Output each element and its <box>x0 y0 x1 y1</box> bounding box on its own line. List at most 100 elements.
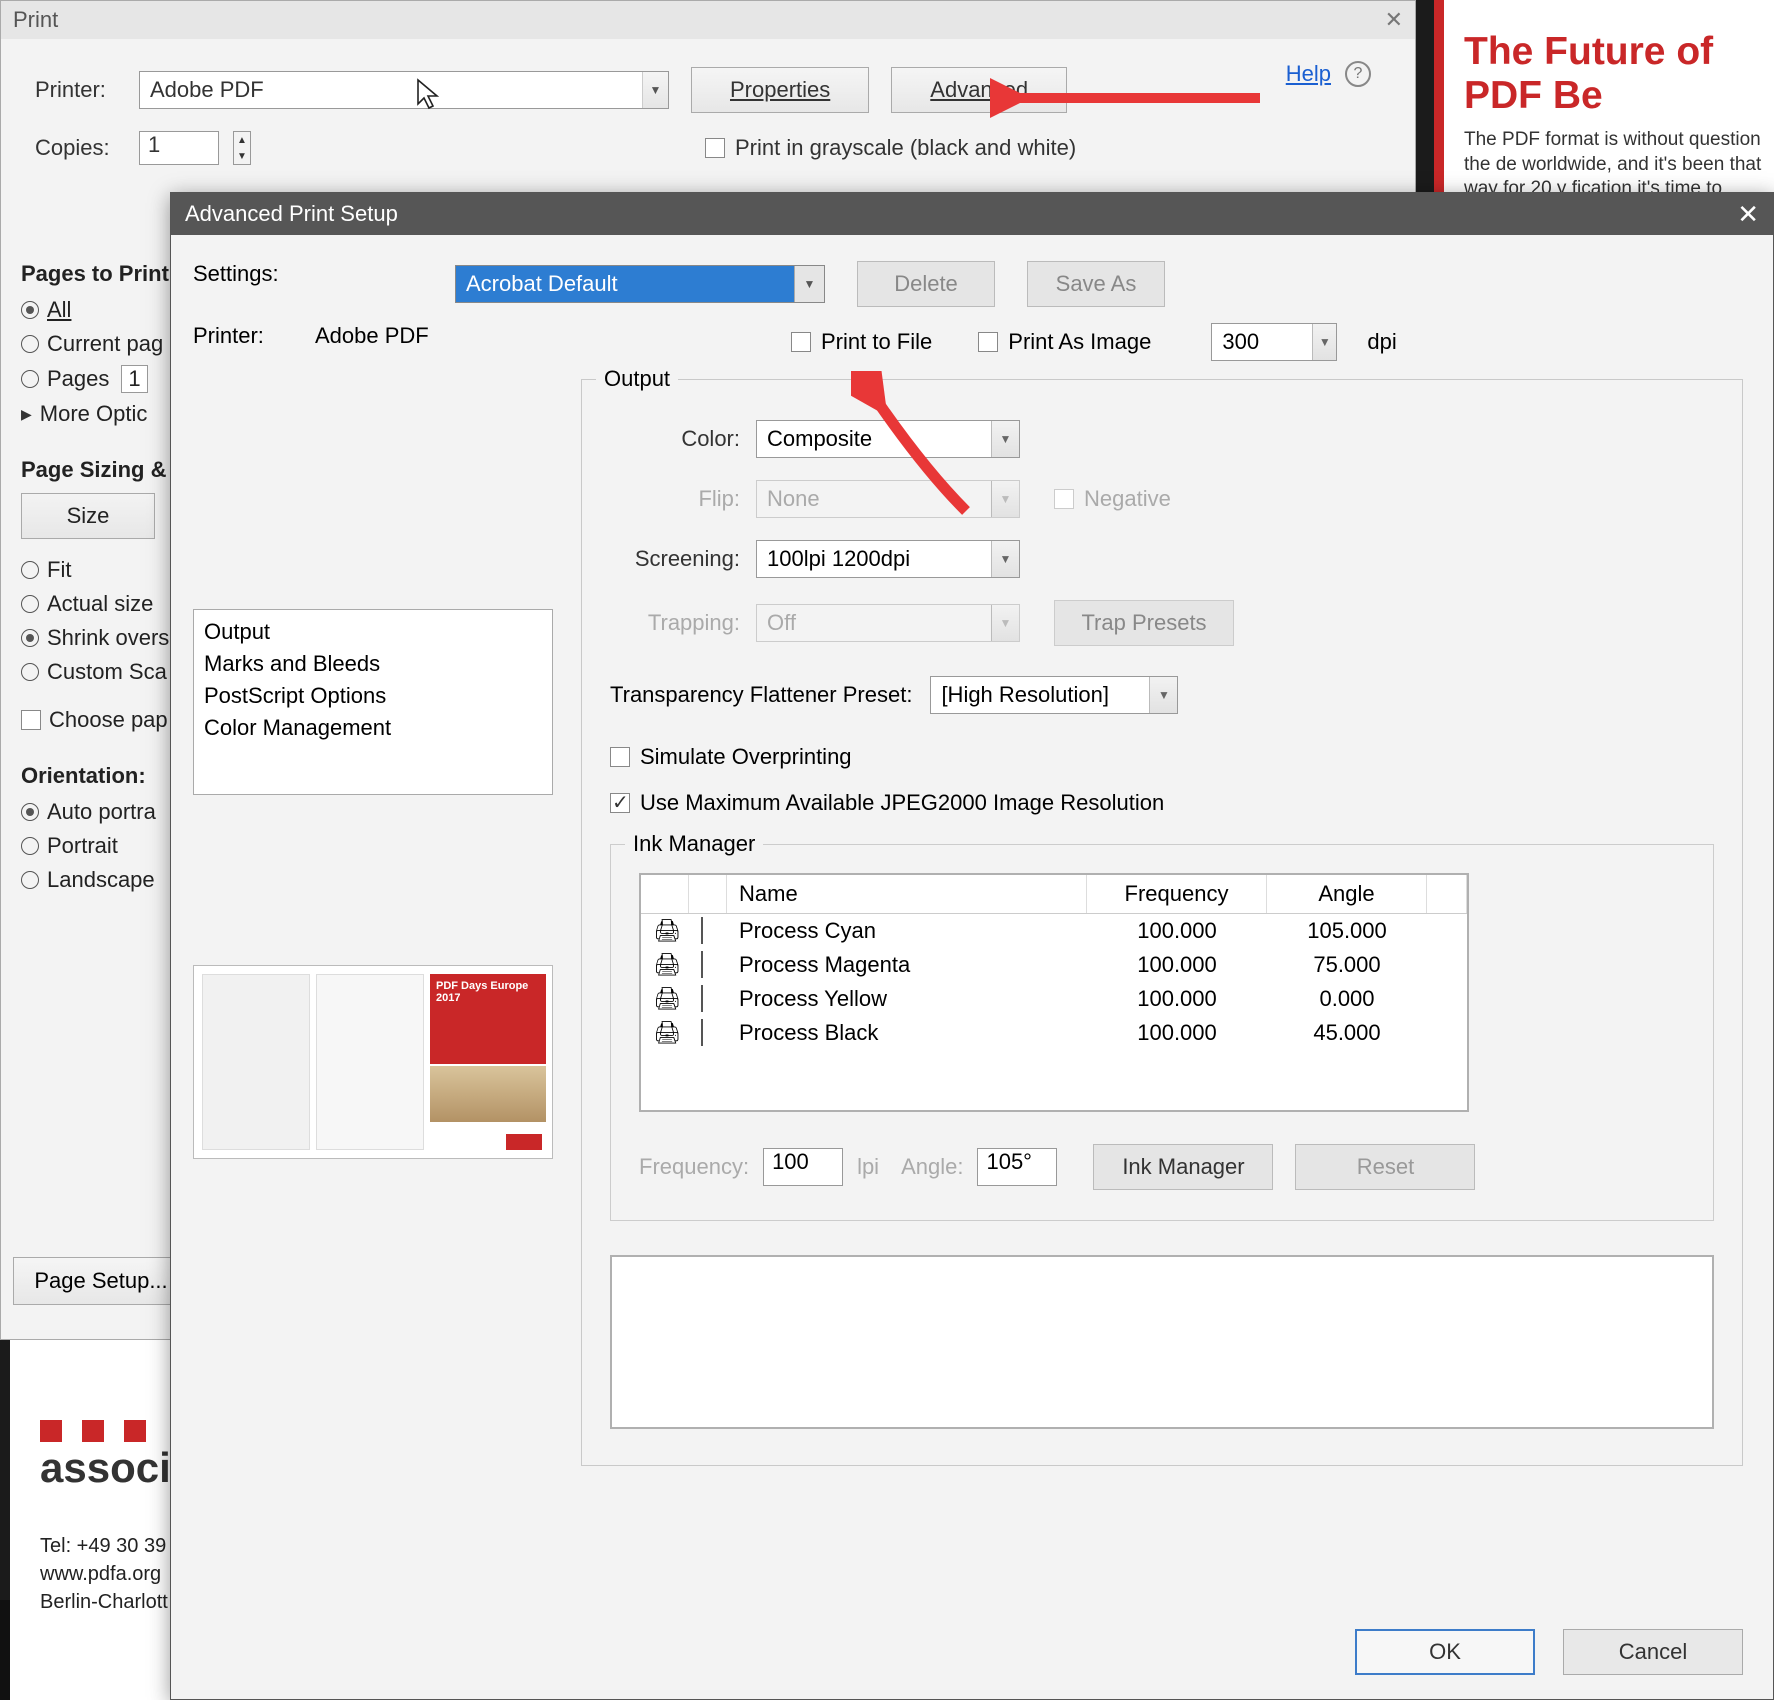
settings-select[interactable]: Acrobat Default ▼ <box>455 265 825 303</box>
radio-current[interactable]: Current pag <box>21 331 181 357</box>
color-swatch <box>701 951 703 978</box>
grayscale-checkbox[interactable] <box>705 138 725 158</box>
printer-icon: 🖨 <box>653 952 681 977</box>
ink-manager-fieldset: Ink Manager Name Frequency Angle 🖨 Proce… <box>610 844 1714 1221</box>
adv-right-panel: Acrobat Default ▼ Delete Save As Print t… <box>581 235 1773 1699</box>
simulate-label: Simulate Overprinting <box>640 744 852 770</box>
radio-pages[interactable]: Pages 1 <box>21 365 181 393</box>
list-item[interactable]: PostScript Options <box>204 680 542 712</box>
dpi-input[interactable]: 300 ▼ <box>1211 323 1337 361</box>
bg-heading: The Future of PDF Be <box>1464 30 1774 118</box>
table-row[interactable]: 🖨 Process Yellow 100.000 0.000 <box>641 982 1467 1016</box>
size-button[interactable]: Size <box>21 493 155 539</box>
screening-label: Screening: <box>610 546 740 572</box>
print-left-panel: Pages to Print All Current pag Pages 1 ▶… <box>21 241 181 901</box>
table-row[interactable]: 🖨 Process Magenta 100.000 75.000 <box>641 948 1467 982</box>
properties-button[interactable]: Properties <box>691 67 869 113</box>
adv-printer-label: Printer: <box>193 323 297 349</box>
chevron-down-icon: ▼ <box>1312 324 1336 360</box>
close-icon[interactable]: ✕ <box>1385 7 1403 33</box>
reset-button[interactable]: Reset <box>1295 1144 1475 1190</box>
adv-titlebar: Advanced Print Setup ✕ <box>171 193 1773 235</box>
print-titlebar: Print ✕ <box>1 1 1415 39</box>
radio-auto[interactable]: Auto portra <box>21 799 181 825</box>
annotation-arrow-2 <box>851 371 1031 591</box>
print-as-image-label: Print As Image <box>1008 329 1151 355</box>
sizing-header: Page Sizing & <box>21 457 181 483</box>
chevron-down-icon: ▼ <box>1149 677 1177 713</box>
frequency-label: Frequency: <box>639 1154 749 1180</box>
ink-name: Process Yellow <box>727 982 1087 1016</box>
printer-value: Adobe PDF <box>150 77 264 103</box>
ink-freq: 100.000 <box>1087 914 1267 948</box>
angle-input[interactable]: 105° <box>977 1148 1057 1186</box>
cancel-button[interactable]: Cancel <box>1563 1629 1743 1675</box>
jpeg2000-checkbox[interactable] <box>610 793 630 813</box>
advanced-print-setup-dialog: Advanced Print Setup ✕ Settings: Printer… <box>170 192 1774 1700</box>
save-as-button[interactable]: Save As <box>1027 261 1165 307</box>
orient-header: Orientation: <box>21 763 181 789</box>
output-fieldset: Output Color: Composite ▼ Flip: None ▼ <box>581 379 1743 1466</box>
radio-custom[interactable]: Custom Sca <box>21 659 181 685</box>
ink-angle: 45.000 <box>1267 1016 1427 1050</box>
trapping-value: Off <box>767 610 796 636</box>
ink-freq: 100.000 <box>1087 982 1267 1016</box>
table-row[interactable]: 🖨 Process Cyan 100.000 105.000 <box>641 914 1467 948</box>
ink-head-angle: Angle <box>1267 875 1427 913</box>
radio-all[interactable]: All <box>21 297 181 323</box>
printer-select[interactable]: Adobe PDF ▼ <box>139 71 669 109</box>
annotation-arrow-1 <box>990 78 1270 118</box>
radio-landscape[interactable]: Landscape <box>21 867 181 893</box>
ink-head-freq: Frequency <box>1087 875 1267 913</box>
ink-manager-button[interactable]: Ink Manager <box>1093 1144 1273 1190</box>
lpi-label: lpi <box>857 1154 879 1180</box>
ink-name: Process Black <box>727 1016 1087 1050</box>
pages-header: Pages to Print <box>21 261 181 287</box>
printer-label: Printer: <box>35 77 125 103</box>
print-as-image-checkbox[interactable] <box>978 332 998 352</box>
copies-spinner[interactable]: ▲▼ <box>233 131 251 165</box>
chevron-down-icon: ▼ <box>642 72 668 108</box>
choose-paper-checkbox[interactable]: Choose pap <box>21 707 181 733</box>
list-item[interactable]: Output <box>204 616 542 648</box>
ink-angle: 105.000 <box>1267 914 1427 948</box>
trapping-select: Off ▼ <box>756 604 1020 642</box>
close-icon[interactable]: ✕ <box>1737 199 1759 230</box>
table-row[interactable]: 🖨 Process Black 100.000 45.000 <box>641 1016 1467 1050</box>
page-setup-button[interactable]: Page Setup... <box>13 1257 189 1305</box>
help-link[interactable]: Help <box>1286 61 1331 87</box>
radio-actual[interactable]: Actual size <box>21 591 181 617</box>
list-item[interactable]: Marks and Bleeds <box>204 648 542 680</box>
printer-icon: 🖨 <box>653 986 681 1011</box>
frequency-input[interactable]: 100 <box>763 1148 843 1186</box>
options-listbox[interactable]: Output Marks and Bleeds PostScript Optio… <box>193 609 553 795</box>
radio-fit[interactable]: Fit <box>21 557 181 583</box>
simulate-overprinting-checkbox[interactable] <box>610 747 630 767</box>
color-swatch <box>701 1019 703 1046</box>
ink-name: Process Magenta <box>727 948 1087 982</box>
help-icon[interactable]: ? <box>1345 61 1371 87</box>
copies-input[interactable]: 1 <box>139 131 219 165</box>
print-to-file-label: Print to File <box>821 329 932 355</box>
dpi-value: 300 <box>1222 329 1259 355</box>
preview-red-title: PDF Days Europe 2017 <box>430 974 546 1064</box>
color-label: Color: <box>610 426 740 452</box>
delete-button[interactable]: Delete <box>857 261 995 307</box>
list-item[interactable]: Color Management <box>204 712 542 744</box>
ink-freq: 100.000 <box>1087 1016 1267 1050</box>
print-title-label: Print <box>13 7 58 33</box>
chevron-down-icon: ▼ <box>991 605 1019 641</box>
ok-button[interactable]: OK <box>1355 1629 1535 1675</box>
flattener-select[interactable]: [High Resolution] ▼ <box>930 676 1178 714</box>
more-options[interactable]: ▶More Optic <box>21 401 181 427</box>
ink-angle: 75.000 <box>1267 948 1427 982</box>
printer-icon: 🖨 <box>653 1020 681 1045</box>
print-to-file-checkbox[interactable] <box>791 332 811 352</box>
trap-presets-button[interactable]: Trap Presets <box>1054 600 1234 646</box>
ink-legend: Ink Manager <box>625 831 763 857</box>
jpeg2000-label: Use Maximum Available JPEG2000 Image Res… <box>640 790 1164 816</box>
radio-portrait[interactable]: Portrait <box>21 833 181 859</box>
radio-shrink[interactable]: Shrink overs <box>21 625 181 651</box>
dpi-label: dpi <box>1367 329 1396 355</box>
message-area <box>610 1255 1714 1429</box>
